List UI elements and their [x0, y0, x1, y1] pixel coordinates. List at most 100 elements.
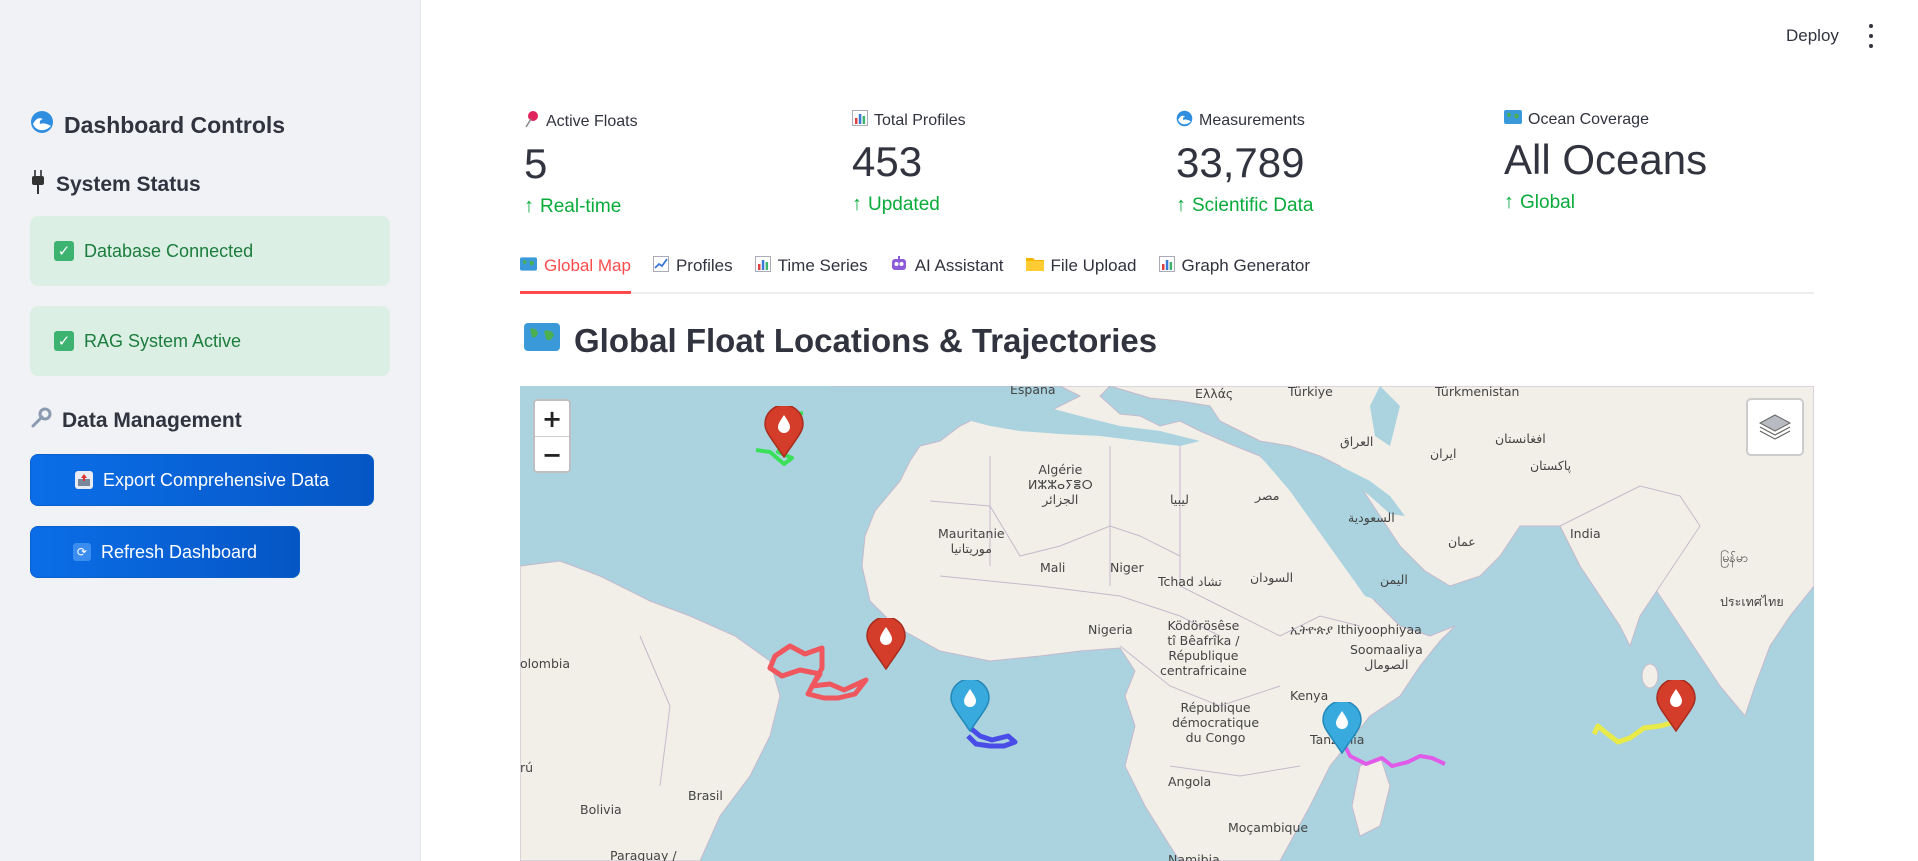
map-label: España — [1010, 386, 1056, 397]
metric-delta-text: Scientific Data — [1192, 194, 1314, 216]
map-label: Mali — [1040, 560, 1066, 575]
metric-value: All Oceans — [1504, 136, 1708, 183]
map-label: Tchad تشاد — [1158, 574, 1222, 589]
tab-graph-generator[interactable]: Graph Generator — [1158, 252, 1311, 292]
section-title-text: Global Float Locations & Trajectories — [574, 322, 1158, 359]
export-data-button-label: Export Comprehensive Data — [102, 469, 330, 490]
world-map-icon — [520, 256, 537, 276]
plug-icon — [30, 170, 46, 200]
refresh-dashboard-button[interactable]: ⟳ Refresh Dashboard — [30, 526, 300, 578]
sidebar: Dashboard Controls System Status ✓ Datab… — [0, 0, 421, 861]
bar-chart-icon — [852, 110, 868, 131]
trajectory-2 — [767, 643, 869, 701]
metric-active-floats: Active Floats 5 ↑ Real-time — [524, 110, 638, 218]
float-marker-north-atlantic[interactable] — [764, 406, 804, 458]
float-marker-central-atlantic[interactable] — [866, 618, 906, 670]
map-label: افغانستان — [1495, 431, 1546, 446]
metric-delta-text: Updated — [868, 193, 940, 215]
metric-value: 33,789 — [1176, 139, 1305, 186]
pushpin-icon — [524, 110, 540, 133]
refresh-icon: ⟳ — [72, 543, 91, 561]
tab-label: Time Series — [777, 256, 868, 275]
map-label: Mauritanie موريتانيا — [938, 526, 1005, 556]
metric-total-profiles: Total Profiles 453 ↑ Updated — [852, 110, 966, 216]
metric-label-text: Active Floats — [546, 112, 638, 130]
status-rag-system-active: ✓ RAG System Active — [30, 306, 390, 376]
metric-label-text: Total Profiles — [874, 111, 966, 129]
tab-ai-assistant[interactable]: AI Assistant — [890, 252, 1004, 292]
tab-profiles[interactable]: Profiles — [652, 252, 733, 292]
arrow-up-icon: ↑ — [524, 195, 534, 218]
metric-label-text: Measurements — [1199, 112, 1305, 129]
map-label: مصر — [1255, 488, 1280, 503]
metric-delta-text: Global — [1520, 191, 1575, 213]
map-label: Brasil — [688, 788, 723, 803]
refresh-dashboard-button-label: Refresh Dashboard — [100, 541, 258, 562]
wave-icon — [1176, 110, 1193, 132]
map-label: Moçambique — [1228, 820, 1309, 835]
global-float-map[interactable]: España Ελλάς Türkiye Türkmenistan افغانس… — [520, 386, 1814, 861]
map-label: ประเทศไทย — [1720, 594, 1784, 609]
arrow-up-icon: ↑ — [1176, 194, 1186, 217]
metric-label: Total Profiles — [852, 110, 966, 131]
export-data-button[interactable]: Export Comprehensive Data — [30, 454, 374, 506]
metric-label: Ocean Coverage — [1504, 110, 1707, 129]
tab-global-map[interactable]: Global Map — [520, 252, 631, 294]
world-map-icon — [1504, 110, 1522, 129]
tab-label: Profiles — [675, 256, 733, 275]
float-marker-indian-ocean[interactable] — [1656, 680, 1696, 732]
deploy-button[interactable]: Deploy — [1786, 26, 1839, 46]
main-menu-icon[interactable] — [1864, 24, 1878, 48]
map-label: پاکستان — [1530, 458, 1572, 473]
sidebar-title-text: Dashboard Controls — [64, 111, 286, 138]
robot-icon — [890, 256, 908, 277]
map-label: Bolivia — [580, 802, 622, 817]
map-label: Kenya — [1290, 688, 1329, 703]
bar-chart-icon — [1158, 256, 1175, 277]
wave-icon — [30, 110, 54, 140]
outbox-icon — [74, 471, 93, 489]
folder-icon — [1025, 256, 1044, 276]
map-label: ኢትዮጵያ Ithiyoophiyaa — [1290, 622, 1422, 637]
map-label: Niger — [1110, 560, 1144, 575]
metric-label: Measurements — [1176, 110, 1313, 132]
map-label: Algérie ⵍⵣⵣⴰⵢⴻⵔ الجزائر — [1028, 462, 1093, 507]
zoom-out-button[interactable]: − — [535, 436, 569, 472]
checkmark-icon: ✓ — [54, 331, 74, 351]
map-label: ليبيا — [1170, 492, 1189, 507]
map-label: India — [1570, 526, 1601, 541]
tab-bar: Global Map Profiles Time Series AI Assis… — [520, 252, 1814, 294]
map-label: rú — [520, 760, 534, 775]
tab-label: Graph Generator — [1181, 256, 1311, 275]
metric-label-text: Ocean Coverage — [1528, 110, 1649, 128]
map-label: Nigeria — [1088, 622, 1133, 637]
map-label: Ελλάς — [1195, 386, 1234, 401]
metric-delta: ↑ Real-time — [524, 195, 638, 218]
madagascar-landmass — [1351, 755, 1391, 837]
float-marker-gulf-of-guinea[interactable] — [950, 680, 990, 732]
layers-icon[interactable] — [1746, 398, 1804, 456]
map-label: olombia — [520, 656, 571, 671]
metric-ocean-coverage: Ocean Coverage All Oceans ↑ Global — [1504, 110, 1707, 214]
metric-delta: ↑ Scientific Data — [1176, 194, 1313, 217]
map-label: Ködörösêse tî Bêafrîka / République cent… — [1160, 618, 1247, 678]
metric-value: 5 — [524, 140, 548, 187]
checkmark-icon: ✓ — [54, 241, 74, 261]
float-marker-east-africa[interactable] — [1322, 702, 1362, 754]
line-chart-icon — [652, 256, 669, 277]
metric-delta-text: Real-time — [540, 195, 622, 217]
wrench-icon — [30, 407, 52, 435]
map-label: السودان — [1250, 570, 1294, 585]
zoom-in-button[interactable]: + — [535, 401, 569, 436]
tab-time-series[interactable]: Time Series — [754, 252, 868, 292]
map-label: République démocratique du Congo — [1172, 700, 1260, 745]
map-label: السعودية — [1348, 510, 1395, 525]
zoom-control: + − — [533, 399, 571, 473]
sidebar-title: Dashboard Controls — [30, 110, 285, 140]
status-label: RAG System Active — [84, 330, 242, 351]
map-label: عمان — [1448, 534, 1476, 549]
arrow-up-icon: ↑ — [1504, 191, 1514, 214]
tab-file-upload[interactable]: File Upload — [1025, 252, 1137, 292]
bar-chart-icon — [754, 256, 771, 277]
system-status-heading: System Status — [30, 170, 201, 200]
